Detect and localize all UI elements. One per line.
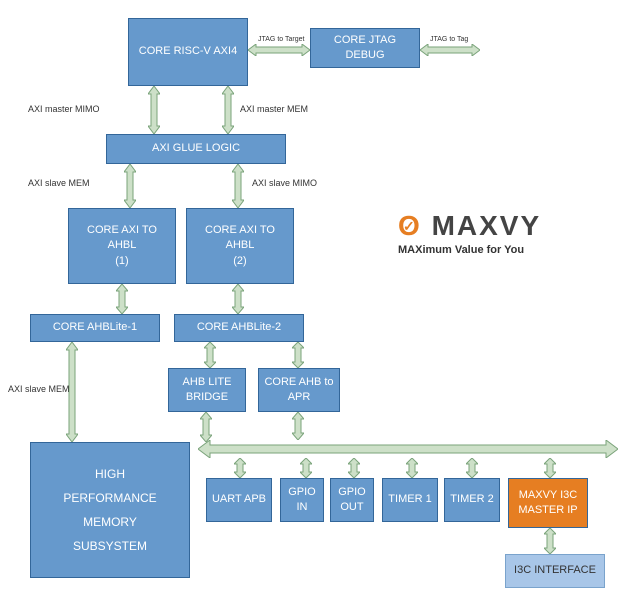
arrow-jtag-out [420, 43, 480, 55]
label-axi-slave-mimo: AXI slave MIMO [252, 178, 317, 188]
logo-tagline: MAXimum Value for You [398, 244, 541, 256]
block-axi-ahbl-2: CORE AXI TO AHBL (2) [186, 208, 294, 284]
label-axi-master-mimo: AXI master MIMO [28, 104, 100, 114]
block-timer1: TIMER 1 [382, 478, 438, 522]
block-label: GPIO IN [285, 485, 319, 516]
block-timer2: TIMER 2 [444, 478, 500, 522]
block-label: CORE AHBLite-1 [53, 320, 137, 335]
block-ahblite-1: CORE AHBLite-1 [30, 314, 160, 342]
bus-horizontal [198, 440, 618, 458]
block-gpio-in: GPIO IN [280, 478, 324, 522]
block-i3c-interface: I3C INTERFACE [505, 554, 605, 588]
block-ahb-bridge: AHB LITE BRIDGE [168, 368, 246, 412]
block-label: I3C INTERFACE [514, 563, 596, 578]
block-label: TIMER 2 [450, 492, 493, 507]
block-label: TIMER 1 [388, 492, 431, 507]
block-label: CORE JTAG DEBUG [315, 33, 415, 64]
arrow-i3c-if [544, 528, 556, 554]
arrow-riscv-down-right [222, 86, 234, 134]
logo-text: O ✓ MAXVY [398, 210, 541, 242]
block-label: GPIO OUT [335, 485, 369, 516]
block-label: CORE AXI TO AHBL (1) [73, 223, 171, 269]
arrow-bus-gpioout [348, 458, 360, 478]
arrow-apr-bus [292, 412, 304, 440]
block-gpio-out: GPIO OUT [330, 478, 374, 522]
block-memory-subsystem: HIGH PERFORMANCE MEMORY SUBSYSTEM [30, 442, 190, 578]
block-label: AHB LITE BRIDGE [173, 375, 241, 406]
arrow-bus-timer1 [406, 458, 418, 478]
arrow-ahbl2-down [232, 284, 244, 314]
block-label: CORE RISC-V AXI4 [139, 44, 237, 59]
logo-rest: MAXVY [432, 210, 542, 241]
block-core-jtag: CORE JTAG DEBUG [310, 28, 420, 68]
arrow-bridge-mem [200, 412, 212, 442]
arrow-ahbl1-down [116, 284, 128, 314]
arrow-riscv-jtag [248, 43, 310, 55]
block-label: CORE AXI TO AHBL (2) [191, 223, 289, 269]
label-jtag-target: JTAG to Target [258, 36, 304, 43]
block-label: AXI GLUE LOGIC [152, 141, 240, 156]
label-axi-slave-mem-top: AXI slave MEM [28, 178, 90, 188]
arrow-ahblite2-apr [292, 342, 304, 368]
block-label: CORE AHBLite-2 [197, 320, 281, 335]
block-core-riscv: CORE RISC-V AXI4 [128, 18, 248, 86]
block-ahb-apr: CORE AHB to APR [258, 368, 340, 412]
checkmark-icon: ✓ [403, 218, 417, 235]
block-label: HIGH PERFORMANCE MEMORY SUBSYSTEM [63, 462, 156, 558]
block-ahblite-2: CORE AHBLite-2 [174, 314, 304, 342]
logo: O ✓ MAXVY MAXimum Value for You [398, 210, 541, 256]
arrow-bus-i3c [544, 458, 556, 478]
block-uart-apb: UART APB [206, 478, 272, 522]
block-label: MAXVY I3C MASTER IP [513, 488, 583, 519]
arrow-riscv-down-left [148, 86, 160, 134]
label-jtag-tag: JTAG to Tag [430, 36, 468, 43]
block-axi-glue: AXI GLUE LOGIC [106, 134, 286, 164]
label-axi-master-mem: AXI master MEM [240, 104, 308, 114]
arrow-bus-gpioin [300, 458, 312, 478]
block-label: UART APB [212, 492, 266, 507]
block-i3c-master: MAXVY I3C MASTER IP [508, 478, 588, 528]
arrow-bus-uart [234, 458, 246, 478]
arrow-bus-timer2 [466, 458, 478, 478]
label-axi-slave-mem-left: AXI slave MEM [8, 384, 70, 394]
arrow-ahblite2-bridge [204, 342, 216, 368]
arrow-glue-down-left [124, 164, 136, 208]
block-axi-ahbl-1: CORE AXI TO AHBL (1) [68, 208, 176, 284]
arrow-glue-down-right [232, 164, 244, 208]
block-label: CORE AHB to APR [263, 375, 335, 406]
